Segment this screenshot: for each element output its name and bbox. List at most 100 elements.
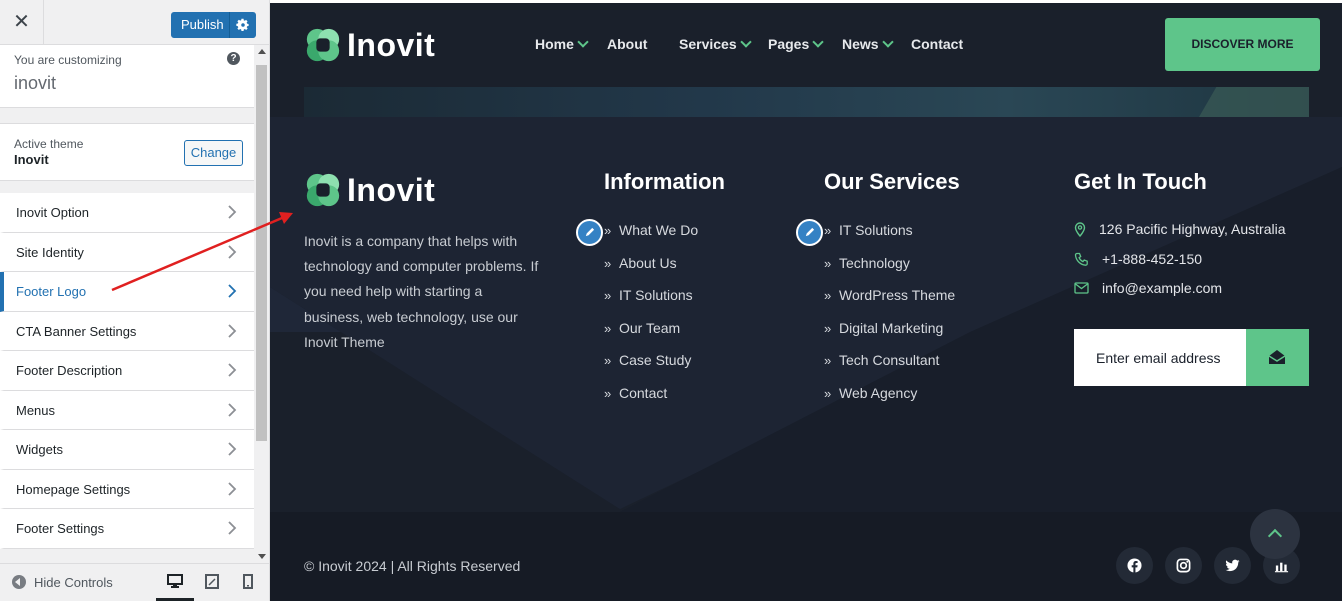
newsletter-submit-button[interactable] <box>1246 329 1309 386</box>
desktop-icon <box>167 574 183 588</box>
discover-more-button[interactable]: DISCOVER MORE <box>1165 18 1320 71</box>
link-label: IT Solutions <box>619 287 693 303</box>
chevron-right-icon <box>228 363 237 377</box>
edit-shortcut-button[interactable] <box>576 219 603 246</box>
double-chevron-icon: » <box>604 385 612 401</box>
sidebar-item-label: Site Identity <box>16 244 84 260</box>
sidebar-item-homepage-settings[interactable]: Homepage Settings <box>0 469 254 509</box>
sidebar-item-inovit-option[interactable]: Inovit Option <box>0 193 254 233</box>
nav-about[interactable]: About <box>607 36 647 52</box>
twitter-link[interactable] <box>1214 547 1251 584</box>
instagram-link[interactable] <box>1165 547 1202 584</box>
sidebar-item-menus[interactable]: Menus <box>0 390 254 430</box>
double-chevron-icon: » <box>604 255 612 271</box>
scroll-down-arrow-icon[interactable] <box>258 554 266 559</box>
link-label: Tech Consultant <box>839 352 940 368</box>
sidebar-item-footer-logo[interactable]: Footer Logo <box>0 272 254 312</box>
sidebar-item-label: Footer Logo <box>16 284 87 299</box>
header-logo[interactable]: Inovit <box>304 26 435 64</box>
sidebar-scrollbar[interactable] <box>254 45 269 563</box>
nav-label: News <box>842 36 879 52</box>
nav-pages[interactable]: Pages <box>768 36 824 52</box>
footer-link[interactable]: » What We Do <box>604 222 698 255</box>
footer-logo[interactable]: Inovit <box>304 171 435 209</box>
sidebar-item-widgets[interactable]: Widgets <box>0 430 254 470</box>
sidebar-item-cta-banner-settings[interactable]: CTA Banner Settings <box>0 311 254 351</box>
footer-description: Inovit is a company that helps with tech… <box>304 233 539 350</box>
chevron-right-icon <box>228 244 237 259</box>
nav-label: Home <box>535 36 574 52</box>
scrollbar-thumb[interactable] <box>256 65 267 441</box>
back-to-top-button[interactable] <box>1250 509 1300 559</box>
sidebar-item-footer-description[interactable]: Footer Description <box>0 351 254 391</box>
logo-mark-icon <box>306 173 340 207</box>
contact-email[interactable]: info@example.com <box>1074 280 1222 296</box>
nav-contact[interactable]: Contact <box>911 36 963 52</box>
close-customizer-button[interactable]: ✕ <box>0 0 44 45</box>
envelope-open-icon <box>1268 350 1286 364</box>
hide-controls-label: Hide Controls <box>34 575 113 590</box>
chevron-right-icon <box>228 402 237 417</box>
logo-text: Inovit <box>347 26 436 63</box>
tablet-icon <box>205 574 219 589</box>
logo-text: Inovit <box>347 171 436 208</box>
customizer-panel: You are customizing inovit ? Active them… <box>0 45 254 563</box>
site-title: inovit <box>14 73 57 93</box>
customizer-sidebar: ✕ Publish You are customizing inovit ? A… <box>0 0 270 601</box>
footer-link[interactable]: » Contact <box>604 385 698 418</box>
phone-text: +1-888-452-150 <box>1102 251 1203 267</box>
contact-title: Get In Touch <box>1074 169 1207 194</box>
footer-link[interactable]: » Web Agency <box>824 385 955 418</box>
sidebar-item-site-identity[interactable]: Site Identity <box>0 232 254 272</box>
chevron-down-icon <box>739 36 752 48</box>
instagram-icon <box>1176 558 1191 573</box>
change-theme-button[interactable]: Change <box>184 140 243 166</box>
preview-desktop-button[interactable] <box>156 564 194 601</box>
link-label: Case Study <box>619 352 692 368</box>
hide-controls-button[interactable]: Hide Controls <box>12 575 113 590</box>
gear-icon[interactable] <box>232 17 254 33</box>
contact-phone[interactable]: +1-888-452-150 <box>1074 251 1202 267</box>
link-label: Contact <box>619 384 668 401</box>
chevron-right-icon <box>228 284 237 298</box>
link-label: WordPress Theme <box>839 287 956 303</box>
customizer-header: ✕ Publish <box>0 0 269 45</box>
edit-shortcut-button[interactable] <box>796 219 823 246</box>
footer-link[interactable]: » Digital Marketing <box>824 320 955 353</box>
chevron-right-icon <box>228 323 237 338</box>
footer-link[interactable]: » Tech Consultant <box>824 352 955 385</box>
footer-link[interactable]: » WordPress Theme <box>824 287 955 320</box>
chevron-right-icon <box>228 521 237 535</box>
information-links: » What We Do » About Us » IT Solutions » Our… <box>604 222 698 417</box>
publish-button[interactable]: Publish <box>171 12 256 38</box>
nav-news[interactable]: News <box>842 36 894 52</box>
facebook-link[interactable] <box>1116 547 1153 584</box>
publish-label: Publish <box>181 17 224 32</box>
footer-link[interactable]: » About Us <box>604 255 698 288</box>
footer-link[interactable]: » Technology <box>824 255 955 288</box>
footer-link[interactable]: » IT Solutions <box>604 287 698 320</box>
site-preview: Inovit Home About Services Pages News Co… <box>270 0 1342 601</box>
footer-link[interactable]: » IT Solutions <box>824 222 955 255</box>
logo-mark-icon <box>306 28 340 62</box>
chart-icon <box>1274 562 1289 573</box>
sidebar-item-footer-settings[interactable]: Footer Settings <box>0 509 254 549</box>
theme-name: Inovit <box>14 152 49 167</box>
chevron-right-icon <box>228 442 237 456</box>
footer-link[interactable]: » Our Team <box>604 320 698 353</box>
link-label: Web Agency <box>839 384 918 401</box>
facebook-icon <box>1127 558 1142 573</box>
nav-label: Pages <box>768 36 810 52</box>
preview-tablet-button[interactable] <box>194 564 232 601</box>
scroll-up-arrow-icon[interactable] <box>258 49 266 54</box>
footer-link[interactable]: » Case Study <box>604 352 698 385</box>
nav-services[interactable]: Services <box>679 36 752 52</box>
nav-home[interactable]: Home <box>535 36 589 52</box>
help-icon[interactable]: ? <box>227 52 240 65</box>
link-label: IT Solutions <box>839 222 913 238</box>
chevron-right-icon <box>228 205 237 219</box>
newsletter-email-input[interactable] <box>1074 329 1246 386</box>
preview-mobile-button[interactable] <box>232 564 270 601</box>
sidebar-item-label: Widgets <box>16 442 63 457</box>
double-chevron-icon: » <box>604 353 612 368</box>
